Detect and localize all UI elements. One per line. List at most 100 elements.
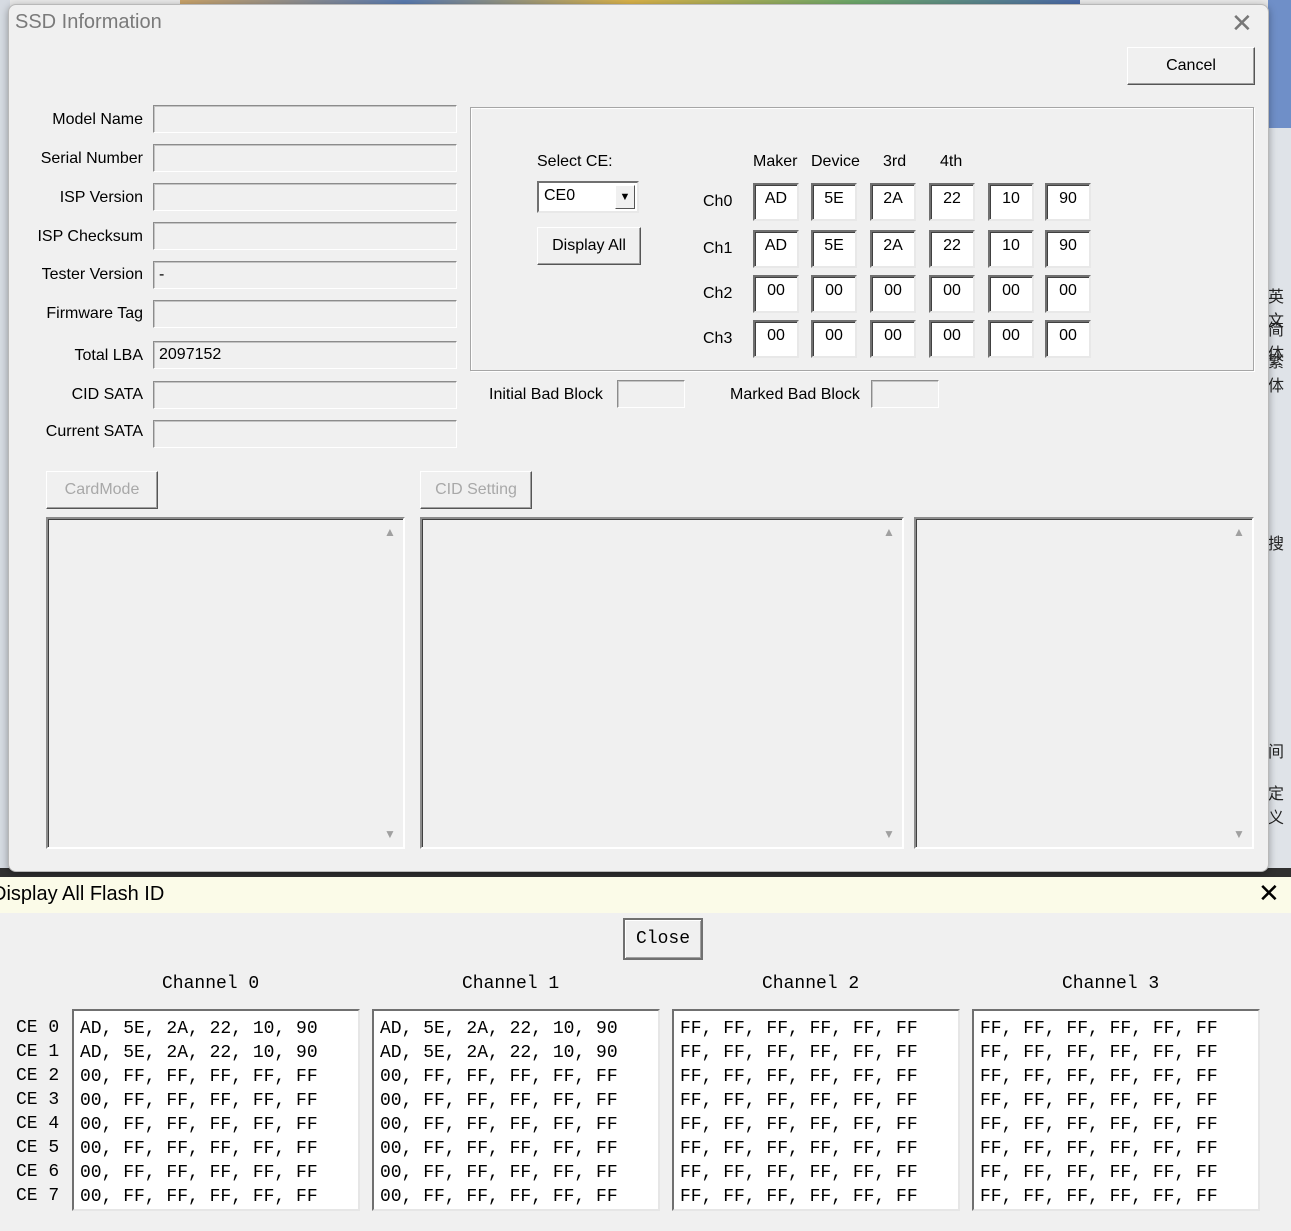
- channel-0-list[interactable]: AD, 5E, 2A, 22, 10, 90 AD, 5E, 2A, 22, 10…: [72, 1009, 360, 1211]
- column-header-device: Device: [811, 153, 860, 170]
- log-listbox-2[interactable]: ▲ ▼: [420, 517, 904, 849]
- flash-id-byte-field[interactable]: 5E: [811, 183, 857, 221]
- flash-id-byte-field[interactable]: 00: [870, 275, 916, 313]
- marked-bad-block-field[interactable]: [871, 380, 939, 408]
- select-ce-value: CE0: [544, 187, 576, 204]
- flash-id-byte-field[interactable]: 2A: [870, 230, 916, 268]
- flash-id-byte-field[interactable]: 00: [1045, 320, 1091, 358]
- field-label-tester-version: Tester Version: [41, 266, 143, 283]
- flash-id-line: FF, FF, FF, FF, FF, FF: [980, 1043, 1218, 1063]
- window-title: SSD Information: [15, 11, 162, 33]
- flash-id-line: 00, FF, FF, FF, FF, FF: [80, 1187, 318, 1207]
- scrollbar[interactable]: ▲ ▼: [379, 519, 403, 847]
- flash-id-line: AD, 5E, 2A, 22, 10, 90: [380, 1043, 618, 1063]
- field-label-cid-sata: CID SATA: [71, 386, 143, 403]
- flash-id-byte-field[interactable]: 00: [811, 320, 857, 358]
- flash-id-line: FF, FF, FF, FF, FF, FF: [980, 1067, 1218, 1087]
- close-icon[interactable]: ✕: [1258, 879, 1280, 909]
- ce-label: CE 6: [16, 1162, 60, 1182]
- ce-label: CE 4: [16, 1114, 60, 1134]
- flash-id-byte-field[interactable]: 10: [988, 183, 1034, 221]
- scroll-up-icon[interactable]: ▲: [1233, 525, 1245, 539]
- flash-id-line: AD, 5E, 2A, 22, 10, 90: [80, 1043, 318, 1063]
- flash-id-line: FF, FF, FF, FF, FF, FF: [980, 1115, 1218, 1135]
- scroll-down-icon[interactable]: ▼: [1233, 827, 1245, 841]
- flash-id-byte-field[interactable]: 00: [929, 320, 975, 358]
- flash-id-line: 00, FF, FF, FF, FF, FF: [380, 1163, 618, 1183]
- close-icon[interactable]: ✕: [1231, 9, 1253, 39]
- ce-label: CE 2: [16, 1066, 60, 1086]
- channel-2-list[interactable]: FF, FF, FF, FF, FF, FF FF, FF, FF, FF, FF…: [672, 1009, 960, 1211]
- flash-id-byte-field[interactable]: 5E: [811, 230, 857, 268]
- select-ce-dropdown[interactable]: CE0 ▼: [537, 181, 639, 213]
- tester-version-field[interactable]: -: [153, 261, 457, 289]
- cid-sata-field[interactable]: [153, 381, 457, 409]
- initial-bad-block-field[interactable]: [617, 380, 685, 408]
- flash-id-byte-field[interactable]: 22: [929, 230, 975, 268]
- flash-id-line: 00, FF, FF, FF, FF, FF: [80, 1067, 318, 1087]
- flash-id-line: FF, FF, FF, FF, FF, FF: [980, 1019, 1218, 1039]
- cid-setting-button[interactable]: CID Setting: [420, 471, 532, 509]
- scroll-up-icon[interactable]: ▲: [384, 525, 396, 539]
- channel-1-list[interactable]: AD, 5E, 2A, 22, 10, 90 AD, 5E, 2A, 22, 10…: [372, 1009, 660, 1211]
- isp-checksum-field[interactable]: [153, 222, 457, 250]
- window-title: Display All Flash ID: [0, 883, 165, 905]
- flash-id-byte-field[interactable]: AD: [753, 230, 799, 268]
- display-all-flash-id-window: Display All Flash ID ✕ Close Channel 0 C…: [0, 877, 1291, 1231]
- field-label-serial-number: Serial Number: [40, 150, 143, 167]
- scroll-down-icon[interactable]: ▼: [883, 827, 895, 841]
- flash-id-line: 00, FF, FF, FF, FF, FF: [80, 1163, 318, 1183]
- flash-id-line: 00, FF, FF, FF, FF, FF: [380, 1091, 618, 1111]
- serial-number-field[interactable]: [153, 144, 457, 172]
- display-all-button[interactable]: Display All: [537, 227, 641, 265]
- firmware-tag-field[interactable]: [153, 300, 457, 328]
- flash-id-line: AD, 5E, 2A, 22, 10, 90: [80, 1019, 318, 1039]
- current-sata-field[interactable]: [153, 420, 457, 448]
- log-listbox-1[interactable]: ▲ ▼: [46, 517, 405, 849]
- flash-id-byte-field[interactable]: 90: [1045, 230, 1091, 268]
- flash-id-line: FF, FF, FF, FF, FF, FF: [680, 1019, 918, 1039]
- flash-id-byte-field[interactable]: 00: [753, 320, 799, 358]
- scroll-up-icon[interactable]: ▲: [883, 525, 895, 539]
- flash-id-byte-field[interactable]: AD: [753, 183, 799, 221]
- flash-id-byte-field[interactable]: 90: [1045, 183, 1091, 221]
- isp-version-field[interactable]: [153, 183, 457, 211]
- select-ce-label: Select CE:: [537, 153, 613, 170]
- flash-id-byte-field[interactable]: 00: [988, 275, 1034, 313]
- ce-label: CE 1: [16, 1042, 60, 1062]
- cancel-button[interactable]: Cancel: [1127, 47, 1255, 85]
- flash-id-line: 00, FF, FF, FF, FF, FF: [380, 1115, 618, 1135]
- flash-id-line: FF, FF, FF, FF, FF, FF: [680, 1139, 918, 1159]
- scrollbar[interactable]: ▲ ▼: [1228, 519, 1252, 847]
- flash-id-byte-field[interactable]: 10: [988, 230, 1034, 268]
- close-button[interactable]: Close: [623, 918, 703, 960]
- flash-id-byte-field[interactable]: 2A: [870, 183, 916, 221]
- flash-id-line: 00, FF, FF, FF, FF, FF: [380, 1139, 618, 1159]
- model-name-field[interactable]: [153, 105, 457, 133]
- field-label-total-lba: Total LBA: [74, 347, 143, 364]
- cardmode-button[interactable]: CardMode: [46, 471, 158, 509]
- background-glyph: 间: [1268, 742, 1285, 761]
- flash-id-byte-field[interactable]: 00: [870, 320, 916, 358]
- flash-id-byte-field[interactable]: 22: [929, 183, 975, 221]
- ce-label: CE 5: [16, 1138, 60, 1158]
- background-glyph: 繁体: [1268, 352, 1285, 395]
- total-lba-field[interactable]: 2097152: [153, 341, 457, 369]
- flash-id-byte-field[interactable]: 00: [811, 275, 857, 313]
- chevron-down-icon[interactable]: ▼: [615, 185, 635, 209]
- flash-id-line: 00, FF, FF, FF, FF, FF: [80, 1115, 318, 1135]
- flash-id-byte-field[interactable]: 00: [753, 275, 799, 313]
- column-header-3rd: 3rd: [883, 153, 907, 170]
- field-label-model-name: Model Name: [52, 111, 143, 128]
- title-bar: Display All Flash ID ✕: [0, 877, 1291, 913]
- ce-label: CE 3: [16, 1090, 60, 1110]
- scroll-down-icon[interactable]: ▼: [384, 827, 396, 841]
- log-listbox-3[interactable]: ▲ ▼: [914, 517, 1254, 849]
- column-header-4th: 4th: [940, 153, 963, 170]
- initial-bad-block-label: Initial Bad Block: [489, 386, 603, 403]
- flash-id-byte-field[interactable]: 00: [1045, 275, 1091, 313]
- channel-3-list[interactable]: FF, FF, FF, FF, FF, FF FF, FF, FF, FF, FF…: [972, 1009, 1260, 1211]
- flash-id-byte-field[interactable]: 00: [988, 320, 1034, 358]
- flash-id-byte-field[interactable]: 00: [929, 275, 975, 313]
- scrollbar[interactable]: ▲ ▼: [878, 519, 902, 847]
